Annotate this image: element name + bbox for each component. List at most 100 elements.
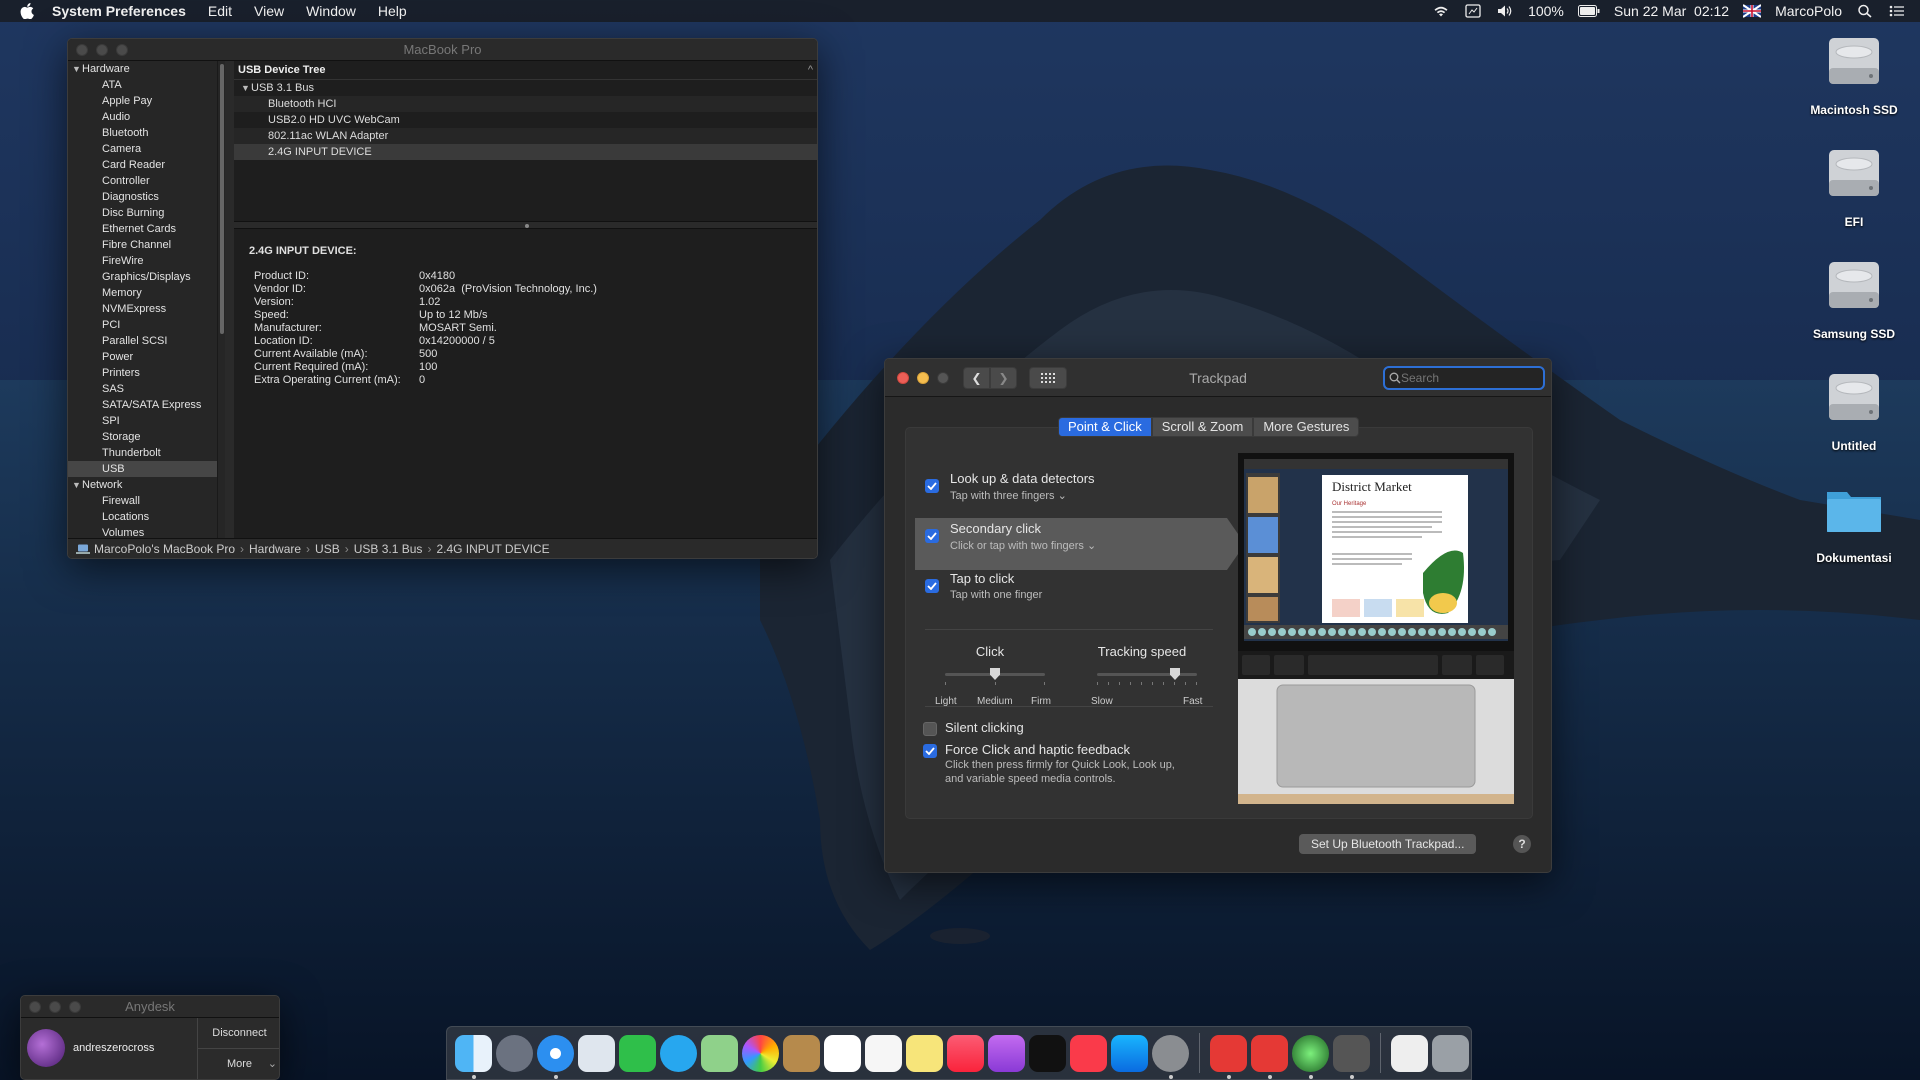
wifi-icon[interactable] bbox=[1432, 4, 1450, 18]
menu-app-name[interactable]: System Preferences bbox=[52, 3, 186, 19]
anydesk-titlebar[interactable]: Anydesk bbox=[21, 996, 279, 1018]
messages-icon[interactable] bbox=[660, 1034, 697, 1072]
spotlight-search-icon[interactable] bbox=[1856, 4, 1874, 18]
help-button[interactable]: ? bbox=[1513, 835, 1531, 853]
tab-scroll-and-zoom[interactable]: Scroll & Zoom bbox=[1151, 417, 1254, 437]
sidebar-item-camera[interactable]: Camera bbox=[68, 141, 217, 157]
path-component-bus[interactable]: USB 3.1 Bus bbox=[354, 539, 423, 558]
scrollbar-thumb[interactable] bbox=[220, 64, 224, 334]
menu-help[interactable]: Help bbox=[378, 3, 407, 19]
uk-flag-icon[interactable] bbox=[1743, 4, 1762, 18]
sysinfo-titlebar[interactable]: MacBook Pro bbox=[68, 39, 817, 61]
desktop-folder-dokumentasi[interactable]: Dokumentasi bbox=[1789, 478, 1919, 565]
sidebar-item-ethernet-cards[interactable]: Ethernet Cards bbox=[68, 221, 217, 237]
activity-monitor-icon[interactable] bbox=[1292, 1034, 1329, 1079]
notes-icon[interactable] bbox=[906, 1034, 943, 1072]
sort-caret-icon[interactable]: ^ bbox=[808, 61, 813, 80]
sidebar-item-apple-pay[interactable]: Apple Pay bbox=[68, 93, 217, 109]
menu-edit[interactable]: Edit bbox=[208, 3, 232, 19]
search-field[interactable] bbox=[1383, 366, 1545, 390]
sidebar-item-firewall[interactable]: Firewall bbox=[68, 493, 217, 509]
tab-more-gestures[interactable]: More Gestures bbox=[1253, 417, 1360, 437]
tree-row-webcam[interactable]: USB2.0 HD UVC WebCam bbox=[234, 112, 817, 128]
document-icon[interactable] bbox=[1391, 1034, 1428, 1072]
sidebar-item-audio[interactable]: Audio bbox=[68, 109, 217, 125]
sidebar-item-card-reader[interactable]: Card Reader bbox=[68, 157, 217, 173]
disclosure-triangle-icon[interactable]: ▼ bbox=[72, 477, 82, 493]
more-button[interactable]: More ⌄ bbox=[198, 1049, 279, 1079]
sidebar-item-spi[interactable]: SPI bbox=[68, 413, 217, 429]
path-component-device[interactable]: 2.4G INPUT DEVICE bbox=[436, 539, 549, 558]
sidebar-item-locations[interactable]: Locations bbox=[68, 509, 217, 525]
tab-point-and-click[interactable]: Point & Click bbox=[1058, 417, 1152, 437]
system-preferences-icon[interactable] bbox=[1152, 1034, 1189, 1079]
tree-row-usb-bus[interactable]: ▼USB 3.1 Bus bbox=[234, 80, 817, 96]
force-click-checkbox[interactable] bbox=[923, 744, 937, 758]
silent-clicking-checkbox[interactable] bbox=[923, 722, 937, 736]
desktop-disk-efi[interactable]: EFI bbox=[1789, 142, 1919, 229]
sidebar-item-memory[interactable]: Memory bbox=[68, 285, 217, 301]
battery-percent[interactable]: 100% bbox=[1528, 3, 1564, 19]
launchpad-icon[interactable] bbox=[496, 1034, 533, 1072]
notification-center-icon[interactable] bbox=[1888, 4, 1906, 18]
apple-menu-icon[interactable] bbox=[20, 3, 34, 19]
disclosure-triangle-icon[interactable]: ▼ bbox=[72, 61, 82, 77]
sidebar-item-disc-burning[interactable]: Disc Burning bbox=[68, 205, 217, 221]
menu-view[interactable]: View bbox=[254, 3, 284, 19]
tree-row-input-device[interactable]: 2.4G INPUT DEVICE bbox=[234, 144, 817, 160]
news-icon[interactable] bbox=[1070, 1034, 1107, 1072]
click-slider-knob[interactable] bbox=[990, 668, 1000, 680]
pane-split-handle[interactable] bbox=[234, 221, 817, 229]
sidebar-item-nvmexpress[interactable]: NVMExpress bbox=[68, 301, 217, 317]
finder-icon[interactable] bbox=[455, 1034, 492, 1079]
sidebar-item-usb[interactable]: USB bbox=[68, 461, 217, 477]
disconnect-button[interactable]: Disconnect bbox=[198, 1018, 279, 1049]
desktop-disk-untitled[interactable]: Untitled bbox=[1789, 366, 1919, 453]
sidebar-scrollbar[interactable] bbox=[217, 61, 225, 538]
trackpad-titlebar[interactable]: ❮ ❯ Trackpad bbox=[885, 359, 1551, 397]
sidebar-item-pci[interactable]: PCI bbox=[68, 317, 217, 333]
trash-icon[interactable] bbox=[1432, 1034, 1469, 1072]
sidebar-item-ata[interactable]: ATA bbox=[68, 77, 217, 93]
search-input[interactable] bbox=[1401, 371, 1531, 385]
tap-to-click-checkbox[interactable] bbox=[925, 579, 939, 593]
sidebar-item-diagnostics[interactable]: Diagnostics bbox=[68, 189, 217, 205]
sidebar-item-sas[interactable]: SAS bbox=[68, 381, 217, 397]
tree-row-bluetooth-hci[interactable]: Bluetooth HCI bbox=[234, 96, 817, 112]
sidebar-item-storage[interactable]: Storage bbox=[68, 429, 217, 445]
disclosure-triangle-icon[interactable]: ▼ bbox=[241, 80, 251, 96]
sidebar-item-parallel-scsi[interactable]: Parallel SCSI bbox=[68, 333, 217, 349]
podcasts-icon[interactable] bbox=[988, 1034, 1025, 1072]
menu-window[interactable]: Window bbox=[306, 3, 356, 19]
look-up-checkbox[interactable] bbox=[925, 479, 939, 493]
menu-user[interactable]: MarcoPolo bbox=[1775, 3, 1842, 19]
anydesk-icon[interactable] bbox=[1210, 1034, 1247, 1079]
secondary-click-checkbox[interactable] bbox=[925, 529, 939, 543]
sidebar-item-thunderbolt[interactable]: Thunderbolt bbox=[68, 445, 217, 461]
safari-icon[interactable] bbox=[537, 1034, 574, 1079]
display-icon[interactable] bbox=[1464, 4, 1482, 18]
path-component-computer[interactable]: MarcoPolo's MacBook Pro bbox=[94, 539, 235, 558]
apple-tv-icon[interactable] bbox=[1029, 1034, 1066, 1072]
clock[interactable]: Sun 22 Mar 02:12 bbox=[1614, 3, 1729, 19]
set-up-bluetooth-trackpad-button[interactable]: Set Up Bluetooth Trackpad... bbox=[1299, 834, 1477, 854]
sidebar-header-network[interactable]: ▼Network bbox=[68, 477, 217, 493]
sidebar-item-firewire[interactable]: FireWire bbox=[68, 253, 217, 269]
sidebar-header-hardware[interactable]: ▼Hardware bbox=[68, 61, 217, 77]
desktop-disk-samsung-ssd[interactable]: Samsung SSD bbox=[1789, 254, 1919, 341]
sidebar-item-fibre-channel[interactable]: Fibre Channel bbox=[68, 237, 217, 253]
calendar-icon[interactable] bbox=[824, 1034, 861, 1072]
sidebar-item-sata[interactable]: SATA/SATA Express bbox=[68, 397, 217, 413]
tree-header[interactable]: USB Device Tree ^ bbox=[234, 61, 817, 80]
gesture-popup[interactable]: Tap with three fingers ⌄ bbox=[950, 489, 1067, 502]
desktop-disk-macintosh-ssd[interactable]: Macintosh SSD bbox=[1789, 30, 1919, 117]
music-icon[interactable] bbox=[947, 1034, 984, 1072]
tree-row-wlan-adapter[interactable]: 802.11ac WLAN Adapter bbox=[234, 128, 817, 144]
gesture-popup[interactable]: Click or tap with two fingers ⌄ bbox=[950, 539, 1096, 552]
path-component-usb[interactable]: USB bbox=[315, 539, 340, 558]
sidebar-item-printers[interactable]: Printers bbox=[68, 365, 217, 381]
sidebar-item-bluetooth[interactable]: Bluetooth bbox=[68, 125, 217, 141]
reminders-icon[interactable] bbox=[865, 1034, 902, 1072]
sidebar-item-graphics-displays[interactable]: Graphics/Displays bbox=[68, 269, 217, 285]
volume-icon[interactable] bbox=[1496, 4, 1514, 18]
